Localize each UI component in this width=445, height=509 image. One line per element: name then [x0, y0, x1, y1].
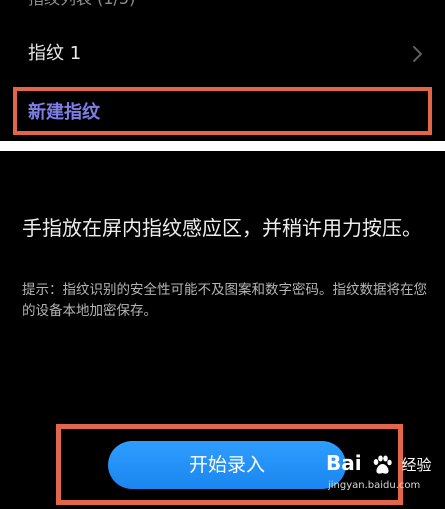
highlight-box-new-fingerprint — [13, 87, 432, 135]
enroll-instruction: 手指放在屏内指纹感应区，并稍许用力按压。 — [22, 216, 422, 240]
chevron-right-icon — [413, 46, 422, 62]
watermark-brand-right: 经验 — [401, 456, 432, 474]
enroll-panel: 手指放在屏内指纹感应区，并稍许用力按压。 提示：指纹识别的安全性可能不及图案和数… — [0, 151, 445, 509]
fingerprint-item-label: 指纹 1 — [28, 43, 82, 64]
watermark-url: jingyan.baidu.com — [328, 480, 421, 491]
watermark-brand-left: Bai — [326, 451, 362, 475]
fingerprint-list-header: 指纹列表 (1/5) — [28, 0, 135, 9]
enroll-hint: 提示：指纹识别的安全性可能不及图案和数字密码。指纹数据将在您的设备本地加密保存。 — [22, 282, 427, 319]
fingerprint-list-panel: 指纹列表 (1/5) 指纹 1 新建指纹 — [0, 0, 445, 141]
watermark-brand: Bai 经验 — [326, 448, 432, 478]
baidu-jingyan-watermark: Bai 经验 jingyan.baidu.com — [326, 448, 442, 500]
paw-icon — [373, 455, 392, 474]
fingerprint-item-1[interactable]: 指纹 1 — [0, 34, 445, 76]
